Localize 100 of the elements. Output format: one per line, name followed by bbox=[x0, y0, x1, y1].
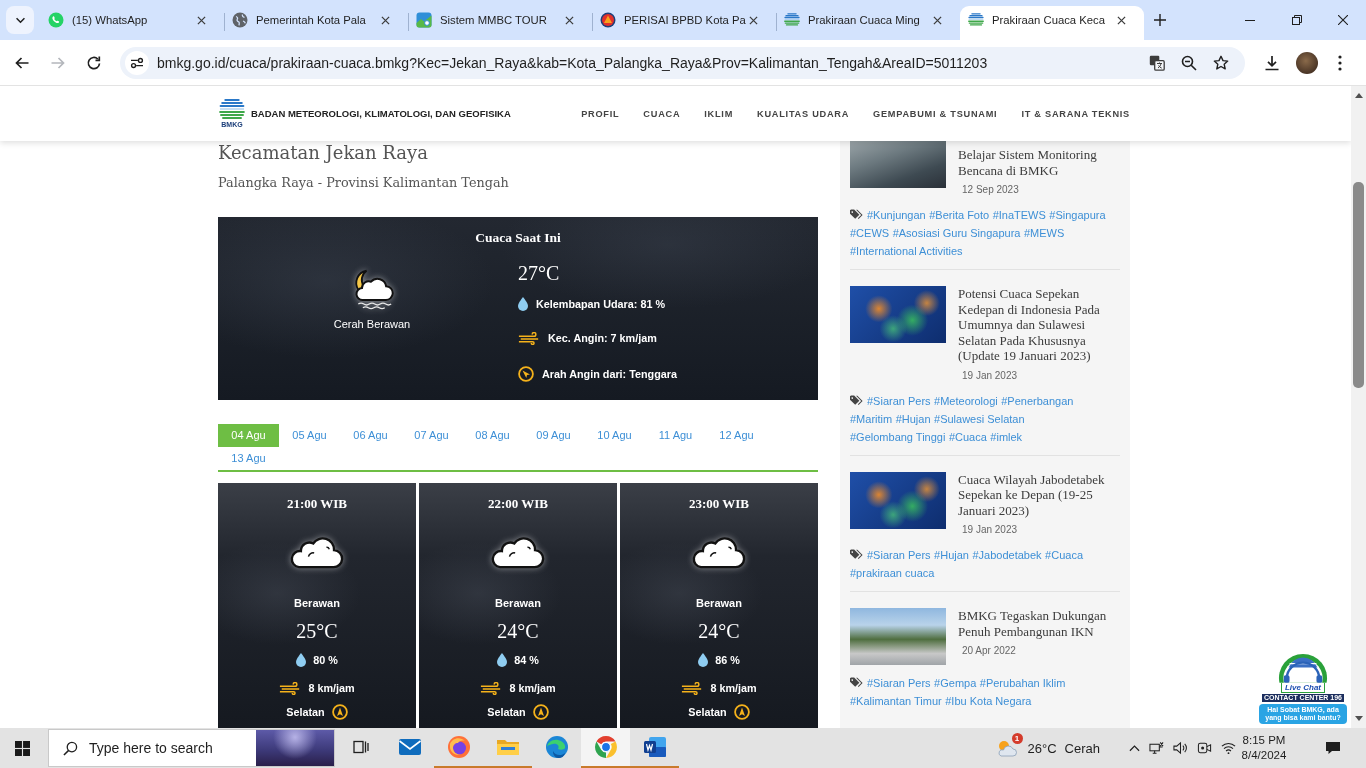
restore-icon[interactable] bbox=[1292, 15, 1302, 25]
tag-link[interactable]: #Hujan bbox=[934, 546, 969, 564]
photo-placeholder[interactable] bbox=[850, 141, 946, 188]
tag-link[interactable]: #imlek bbox=[990, 427, 1023, 446]
map-image-placeholder[interactable] bbox=[850, 471, 946, 529]
news-title[interactable]: Belajar Sistem Monitoring Bencana di BMKG bbox=[958, 147, 1120, 178]
weather-temperature[interactable]: 26°C bbox=[1027, 740, 1057, 756]
tag-link[interactable]: #Kunjungan bbox=[867, 206, 926, 224]
date-tab[interactable]: 07 Agu bbox=[401, 424, 462, 447]
scrollbar[interactable] bbox=[1351, 86, 1366, 728]
photo-placeholder[interactable] bbox=[850, 608, 946, 665]
close-icon[interactable] bbox=[1117, 15, 1126, 25]
browser-tab[interactable]: Prakiraan Cuaca Keca bbox=[960, 6, 1144, 40]
tag-link[interactable]: #Asosiasi Guru Singapura bbox=[892, 224, 1021, 242]
wifi-icon[interactable] bbox=[1221, 741, 1236, 755]
nav-link[interactable]: IT & SARANA TEKNIS bbox=[1021, 108, 1130, 119]
browser-tab[interactable]: PERISAI BPBD Kota Pa bbox=[592, 6, 776, 40]
scrollbar-thumb[interactable] bbox=[1353, 182, 1364, 388]
new-tab-icon[interactable] bbox=[1154, 14, 1166, 26]
browser-tab[interactable]: Pemerintah Kota Pala bbox=[224, 6, 408, 40]
tag-link[interactable]: #Siaran Pers bbox=[867, 546, 931, 564]
nav-link[interactable]: KUALITAS UDARA bbox=[757, 108, 850, 119]
tag-link[interactable]: #Ibu Kota Negara bbox=[945, 692, 1032, 710]
date-tab[interactable]: 13 Agu bbox=[218, 447, 279, 470]
news-title[interactable]: BMKG Tegaskan Dukungan Penuh Pembangunan IKN bbox=[958, 608, 1120, 639]
tag-link[interactable]: #Gempa bbox=[934, 674, 977, 692]
download-icon[interactable] bbox=[1264, 54, 1280, 71]
close-icon[interactable] bbox=[933, 15, 942, 25]
tag-link[interactable]: #MEWS bbox=[1023, 224, 1065, 242]
date-tab[interactable]: 06 Agu bbox=[340, 424, 401, 447]
tag-link[interactable]: #InaTEWS bbox=[992, 206, 1046, 224]
word-document-icon bbox=[642, 735, 667, 759]
close-icon[interactable] bbox=[565, 15, 574, 25]
clock-date[interactable]: 8/4/2024 bbox=[1241, 748, 1287, 763]
camera-icon[interactable] bbox=[1197, 741, 1212, 755]
clock-time[interactable]: 8:15 PM bbox=[1242, 733, 1286, 748]
address-bar[interactable]: bmkg.go.id/cuaca/prakiraan-cuaca.bmkg?Kec=Jekan_Raya&kab=Kota_Palangka_Raya&Prov=Kalimantan_Tengah&AreaID=5011203 bbox=[120, 46, 1245, 79]
firefox-browser-icon bbox=[446, 735, 471, 759]
nav-link[interactable]: GEMPABUMI & TSUNAMI bbox=[873, 108, 998, 119]
weather-icon[interactable] bbox=[995, 739, 1018, 757]
news-date: 19 Jan 2023 bbox=[961, 523, 1019, 537]
tag-link[interactable]: #Meteorologi bbox=[934, 391, 998, 410]
weather-condition[interactable]: Cerah bbox=[1064, 740, 1100, 756]
tag-link[interactable]: #Cuaca bbox=[948, 427, 987, 446]
tag-link[interactable]: #Siaran Pers bbox=[867, 674, 931, 692]
date-tab[interactable]: 09 Agu bbox=[523, 424, 584, 447]
tag-link[interactable]: #Penerbangan bbox=[1001, 391, 1074, 410]
date-tab[interactable]: 08 Agu bbox=[462, 424, 523, 447]
browser-tab[interactable]: Sistem MMBC TOUR bbox=[408, 6, 592, 40]
nav-link[interactable]: CUACA bbox=[643, 108, 681, 119]
tag-link[interactable]: #Perubahan Iklim bbox=[979, 674, 1066, 692]
chevron-up-icon[interactable] bbox=[1129, 744, 1140, 752]
tag-link[interactable]: #Berita Foto bbox=[929, 206, 990, 224]
scroll-up-icon[interactable] bbox=[1354, 93, 1363, 98]
striped-globe-logo-icon[interactable] bbox=[219, 98, 245, 120]
translate-icon[interactable] bbox=[1149, 54, 1165, 71]
url-text: bmkg.go.id/cuaca/prakiraan-cuaca.bmkg?Kec=Jekan_Raya&kab=Kota_Palangka_Raya&Prov=Kalimantan_Tengah&AreaID=5011203 bbox=[157, 54, 988, 71]
more-menu-icon[interactable] bbox=[1338, 54, 1342, 71]
date-tab[interactable]: 04 Agu bbox=[218, 424, 279, 447]
nav-link[interactable]: IKLIM bbox=[704, 108, 734, 119]
scroll-down-icon[interactable] bbox=[1354, 716, 1363, 721]
news-title[interactable]: Cuaca Wilayah Jabodetabek Sepekan ke Depan (19-25 Januari 2023) bbox=[958, 471, 1120, 518]
map-image-placeholder[interactable] bbox=[850, 286, 946, 343]
nav-link[interactable]: PROFIL bbox=[581, 108, 620, 119]
taskbar-app-button[interactable] bbox=[581, 728, 630, 768]
profile-avatar[interactable] bbox=[1296, 51, 1318, 74]
tag-link[interactable]: #Singapura bbox=[1049, 206, 1106, 224]
date-tab[interactable]: 12 Agu bbox=[706, 424, 767, 447]
close-icon[interactable] bbox=[381, 15, 390, 25]
tag-link[interactable]: #Kalimantan Timur bbox=[850, 692, 942, 710]
tag-link[interactable]: #Jabodetabek bbox=[972, 546, 1042, 564]
browser-tab[interactable]: (15) WhatsApp bbox=[40, 6, 224, 40]
close-icon[interactable] bbox=[197, 15, 206, 25]
news-title[interactable]: Potensi Cuaca Sepekan Kedepan di Indonesia Pada Umumnya dan Sulawesi Selatan Pada Khususnya (Update 19 Januari 2023) bbox=[958, 286, 1120, 364]
search-highlight-image[interactable] bbox=[256, 730, 334, 766]
date-tab[interactable]: 11 Agu bbox=[645, 424, 706, 447]
date-tab[interactable]: 05 Agu bbox=[279, 424, 340, 447]
tag-link[interactable]: #Hujan bbox=[895, 409, 931, 428]
browser-tab[interactable]: Prakiraan Cuaca Ming bbox=[776, 6, 960, 40]
close-window-icon[interactable] bbox=[1338, 15, 1348, 25]
date-tab[interactable]: 10 Agu bbox=[584, 424, 645, 447]
reload-icon[interactable] bbox=[86, 54, 102, 71]
tag-link[interactable]: #Sulawesi Selatan bbox=[934, 409, 1025, 428]
tag-link[interactable]: #Gelombang Tinggi bbox=[850, 427, 946, 446]
tag-link[interactable]: #prakiraan cuaca bbox=[850, 564, 935, 582]
tag-link[interactable]: #International Activities bbox=[850, 242, 963, 260]
site-info-button[interactable] bbox=[125, 50, 149, 75]
live-chat-label[interactable]: Live Chat bbox=[1281, 683, 1325, 693]
close-icon[interactable] bbox=[749, 15, 758, 25]
tune-icon bbox=[130, 56, 144, 69]
windows-start-icon[interactable] bbox=[15, 740, 30, 756]
tag-link[interactable]: #Siaran Pers bbox=[867, 391, 931, 410]
tag-link[interactable]: #Maritim bbox=[850, 409, 893, 428]
tag-link[interactable]: #CEWS bbox=[850, 224, 890, 242]
tag-link[interactable]: #Cuaca bbox=[1045, 546, 1083, 564]
notification-icon[interactable] bbox=[1325, 741, 1341, 755]
network-icon[interactable] bbox=[1149, 741, 1164, 755]
volume-icon[interactable] bbox=[1173, 741, 1188, 755]
zoom-out-icon[interactable] bbox=[1181, 54, 1197, 71]
bookmark-star-icon[interactable] bbox=[1213, 54, 1229, 71]
